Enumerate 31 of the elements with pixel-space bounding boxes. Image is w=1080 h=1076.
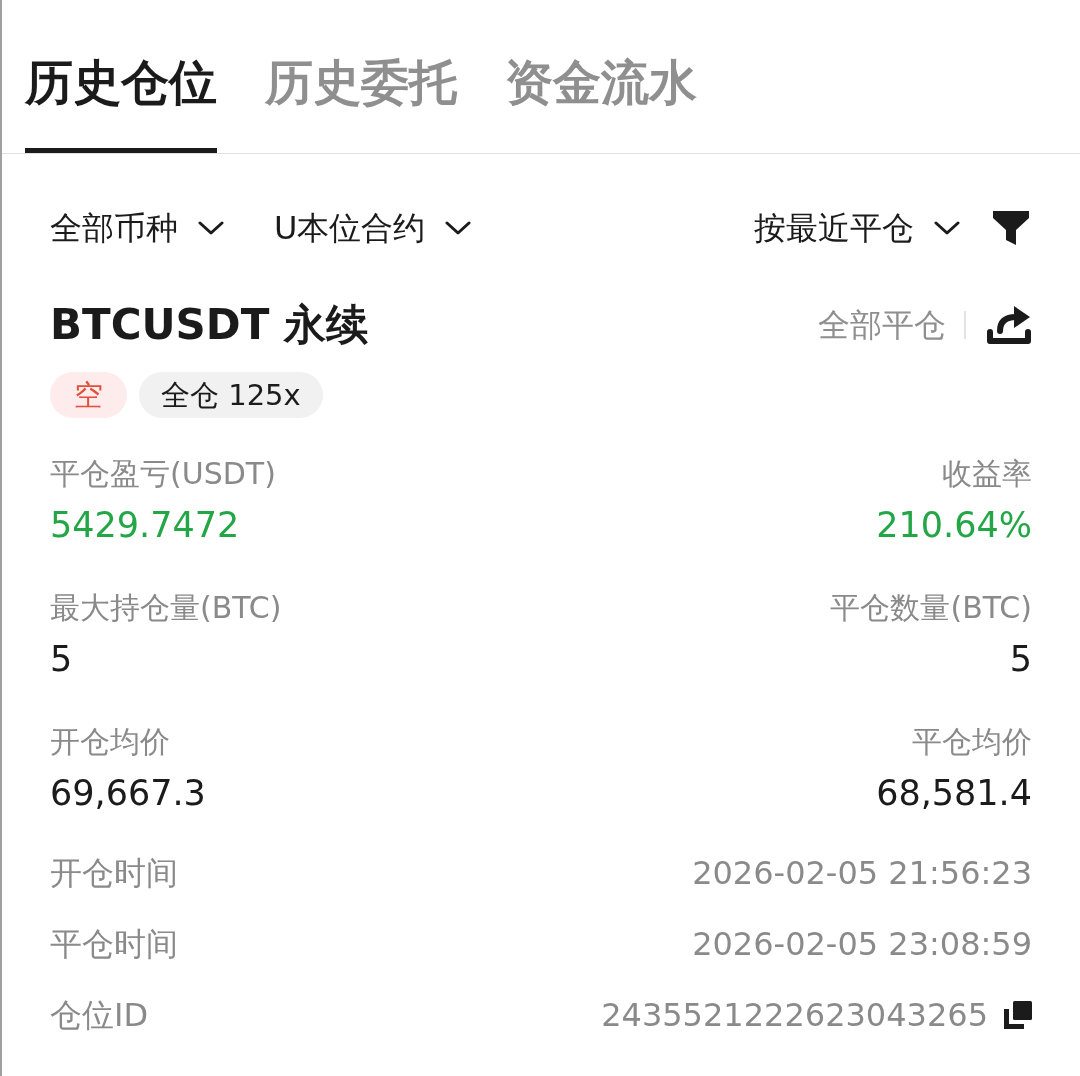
share-icon[interactable]: [986, 304, 1032, 346]
filter-dropdown[interactable]: U本位合约: [274, 206, 472, 250]
stat-label: 平仓盈亏(USDT): [50, 455, 276, 493]
sort-dropdown[interactable]: 按最近平仓: [754, 206, 960, 250]
stat-value: 5429.7472: [50, 504, 240, 547]
detail-value: 2435521222623043265: [601, 995, 988, 1036]
stat-label: 收益率: [942, 455, 1032, 493]
filter-dropdown[interactable]: 全部币种: [50, 206, 224, 250]
stat-value: 5: [50, 638, 73, 681]
chevron-down-icon: [934, 220, 960, 236]
contract-title: BTCUSDT 永续: [50, 299, 368, 351]
detail-value: 2026-02-05 23:08:59: [692, 924, 1032, 965]
stat-label: 最大持仓量(BTC): [50, 589, 282, 627]
stat-value: 68,581.4: [876, 772, 1032, 815]
stat-value: 69,667.3: [50, 772, 206, 815]
leverage-tag: 全仓 125x: [139, 372, 323, 418]
copy-icon[interactable]: [1004, 1001, 1032, 1029]
chevron-down-icon: [445, 220, 472, 236]
stat-value: 5: [1009, 638, 1032, 681]
detail-label: 开仓时间: [50, 853, 178, 894]
stat-label: 平仓数量(BTC): [830, 589, 1032, 627]
detail-label: 仓位ID: [50, 995, 149, 1036]
detail-value: 2026-02-05 21:56:23: [692, 853, 1032, 894]
detail-label: 平仓时间: [50, 924, 178, 965]
stat-label: 平仓均价: [912, 723, 1032, 761]
tab[interactable]: 历史仓位: [25, 0, 217, 153]
chevron-down-icon: [198, 220, 224, 236]
side-tag: 空: [50, 372, 127, 418]
stat-value: 210.64%: [876, 504, 1032, 547]
stat-label: 开仓均价: [50, 723, 170, 761]
filter-icon[interactable]: [992, 210, 1030, 246]
